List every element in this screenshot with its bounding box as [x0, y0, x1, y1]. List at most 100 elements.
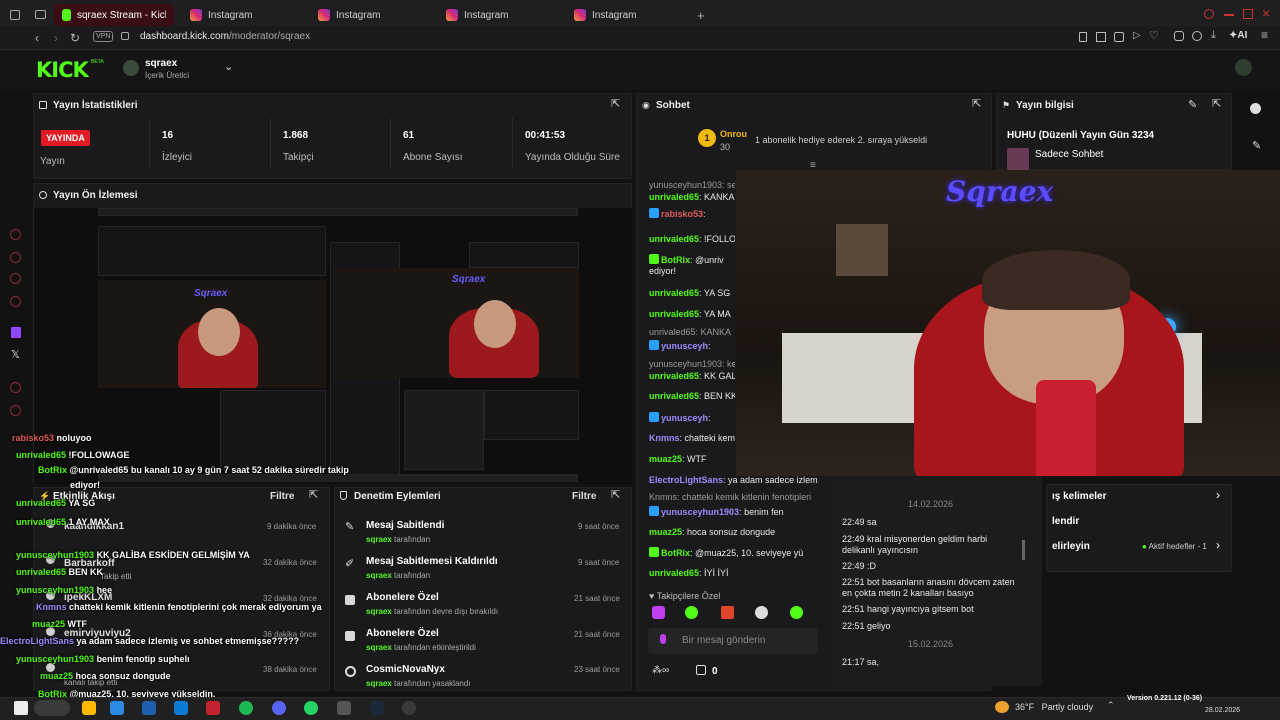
browser-taskbar-icon[interactable]	[206, 701, 220, 715]
chat-username[interactable]: rabisko53	[661, 209, 703, 219]
profile-avatar[interactable]	[1235, 59, 1252, 76]
x-icon[interactable]: 𝕏	[11, 348, 20, 361]
gift-icon[interactable]	[696, 665, 706, 675]
discord-icon[interactable]	[272, 701, 286, 715]
lock-icon[interactable]	[121, 32, 129, 40]
chat-username[interactable]: unrivaled65	[649, 234, 699, 244]
shield-icon[interactable]	[1114, 32, 1124, 42]
chat-username[interactable]: yunusceyhun1903	[661, 507, 739, 517]
chat-username[interactable]: muaz25	[649, 527, 682, 537]
obs-icon[interactable]	[402, 701, 416, 715]
workspaces-icon[interactable]	[35, 10, 46, 19]
chat-username[interactable]: BotRix	[661, 255, 690, 265]
tab-instagram-1[interactable]: Instagram	[182, 4, 260, 26]
app-icon[interactable]	[337, 701, 351, 715]
popout-icon[interactable]: ⇱	[309, 488, 318, 501]
spotify-icon[interactable]	[239, 701, 253, 715]
side-icon[interactable]	[10, 229, 21, 240]
chat-username[interactable]: unrivaled65	[649, 192, 699, 202]
menu-icon[interactable]: ≡	[1261, 28, 1268, 42]
tab-instagram-4[interactable]: Instagram	[566, 4, 644, 26]
edit-link[interactable]: lendir	[1052, 516, 1079, 527]
mic-icon[interactable]	[660, 634, 666, 644]
screenshot-icon[interactable]	[1096, 32, 1106, 42]
points-icon[interactable]: ⁂∞	[652, 665, 669, 676]
chat-username[interactable]: unrivaled65	[649, 371, 699, 381]
category-name[interactable]: Sadece Sohbet	[1035, 149, 1103, 160]
weather[interactable]: 36°F Partly cloudy	[1015, 702, 1093, 712]
download-icon[interactable]: ⤓	[1211, 29, 1216, 42]
browser-menu-icon[interactable]	[10, 10, 20, 20]
chat-username[interactable]: Knmns	[649, 433, 680, 443]
chevron-right-icon[interactable]: ›	[1216, 488, 1220, 502]
play-icon[interactable]: ▷	[1133, 30, 1141, 41]
popout-icon[interactable]: ⇱	[1212, 97, 1221, 110]
chevron-down-icon[interactable]: ⌄	[224, 60, 233, 73]
store-icon[interactable]	[110, 701, 124, 715]
side-icon[interactable]	[10, 252, 21, 263]
popout-icon[interactable]: ⇱	[972, 97, 981, 110]
tab-instagram-2[interactable]: Instagram	[310, 4, 388, 26]
info-icon[interactable]	[1250, 103, 1261, 114]
popout-icon[interactable]: ⇱	[611, 97, 620, 110]
minimize-icon[interactable]	[1224, 14, 1234, 16]
mod-user[interactable]: sqraex	[366, 535, 392, 544]
steam-icon[interactable]	[370, 701, 384, 715]
tab-kick-dashboard[interactable]: sqraex Stream - Kick Dash	[54, 4, 174, 26]
chat-username[interactable]: ElectroLightSans	[649, 475, 723, 485]
emote-icon[interactable]	[721, 606, 734, 619]
bookmark-icon[interactable]	[1079, 32, 1087, 42]
new-tab-button[interactable]: +	[697, 8, 705, 23]
close-icon[interactable]: ×	[1262, 5, 1270, 21]
tab-instagram-3[interactable]: Instagram	[438, 4, 516, 26]
chat-username[interactable]: unrivaled65	[649, 568, 699, 578]
chat-username[interactable]: unrivaled65	[649, 309, 699, 319]
scrollbar[interactable]	[1022, 540, 1025, 560]
side-icon[interactable]	[10, 382, 21, 393]
outlook-icon[interactable]	[174, 701, 188, 715]
mod-user[interactable]: sqraex	[366, 607, 392, 616]
activity-filter[interactable]: Filtre	[270, 491, 294, 502]
side-icon[interactable]	[10, 273, 21, 284]
chat-username[interactable]: muaz25	[649, 454, 682, 464]
chat-username[interactable]: unrivaled65	[649, 391, 699, 401]
emote-icon[interactable]	[685, 606, 698, 619]
chat-username[interactable]: unrivaled65	[649, 288, 699, 298]
side-icon[interactable]	[10, 296, 21, 307]
chevron-up-icon[interactable]: ⌃	[1107, 700, 1115, 711]
pinned-user[interactable]: Onrou	[720, 129, 747, 139]
url-field[interactable]: dashboard.kick.com/moderator/sqraex	[140, 31, 310, 42]
emote-icon[interactable]	[790, 606, 803, 619]
app-icon[interactable]	[142, 701, 156, 715]
mod-user[interactable]: sqraex	[366, 679, 392, 688]
side-icon[interactable]	[10, 405, 21, 416]
mod-user[interactable]: sqraex	[366, 571, 392, 580]
maximize-icon[interactable]	[1243, 9, 1253, 19]
reload-icon[interactable]: ↻	[70, 31, 80, 45]
chat-username[interactable]: yunusceyh	[661, 341, 708, 351]
search-icon[interactable]	[1204, 9, 1214, 19]
chat-username[interactable]: yunusceyh	[661, 413, 708, 423]
emote-icon[interactable]	[652, 606, 665, 619]
heart-icon[interactable]: ♡	[1149, 29, 1159, 42]
clock-date[interactable]: 28.02.2026	[1205, 707, 1240, 714]
taskbar-search[interactable]	[34, 700, 70, 716]
ai-button[interactable]: ✦AI	[1229, 30, 1247, 41]
stream-preview[interactable]: Sqraex Sqraex	[34, 208, 632, 484]
kick-logo[interactable]: KICK	[36, 58, 89, 82]
popout-icon[interactable]: ⇱	[611, 488, 620, 501]
twitch-icon[interactable]	[11, 327, 21, 338]
chat-input[interactable]: Bir mesaj gönderin	[648, 628, 818, 654]
vpn-badge[interactable]: VPN	[93, 31, 114, 42]
forward-icon[interactable]: ›	[54, 31, 58, 45]
goals-link[interactable]: elirleyin	[1052, 541, 1090, 552]
pencil-icon[interactable]: ✎	[1252, 139, 1261, 152]
start-icon[interactable]	[14, 701, 28, 715]
share-icon[interactable]	[1192, 31, 1202, 41]
emote-icon[interactable]	[755, 606, 768, 619]
extensions-icon[interactable]	[1174, 31, 1184, 41]
moderation-filter[interactable]: Filtre	[572, 491, 596, 502]
whatsapp-icon[interactable]	[304, 701, 318, 715]
back-icon[interactable]: ‹	[35, 31, 39, 45]
mod-user[interactable]: sqraex	[366, 643, 392, 652]
